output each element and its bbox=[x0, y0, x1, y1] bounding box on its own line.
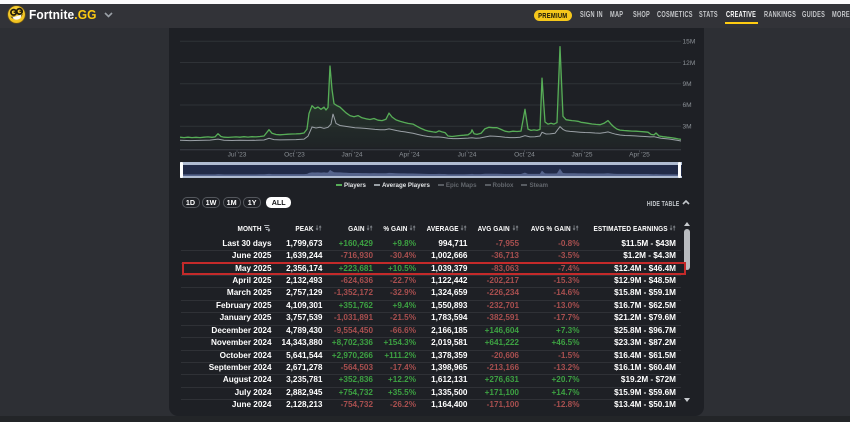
svg-text:15M: 15M bbox=[683, 39, 696, 46]
svg-text:Apr '24: Apr '24 bbox=[399, 152, 420, 159]
svg-text:Oct '23: Oct '23 bbox=[284, 152, 305, 159]
svg-text:Jul '24: Jul '24 bbox=[458, 152, 477, 159]
svg-text:Jul '23: Jul '23 bbox=[228, 152, 247, 159]
svg-text:9M: 9M bbox=[683, 81, 692, 88]
svg-text:Oct '24: Oct '24 bbox=[514, 152, 535, 159]
svg-text:Jan '24: Jan '24 bbox=[341, 152, 362, 159]
svg-text:6M: 6M bbox=[683, 102, 692, 109]
svg-text:3M: 3M bbox=[683, 124, 692, 131]
svg-text:12M: 12M bbox=[683, 60, 696, 67]
svg-text:Jan '25: Jan '25 bbox=[571, 152, 592, 159]
svg-text:Apr '25: Apr '25 bbox=[629, 152, 650, 159]
